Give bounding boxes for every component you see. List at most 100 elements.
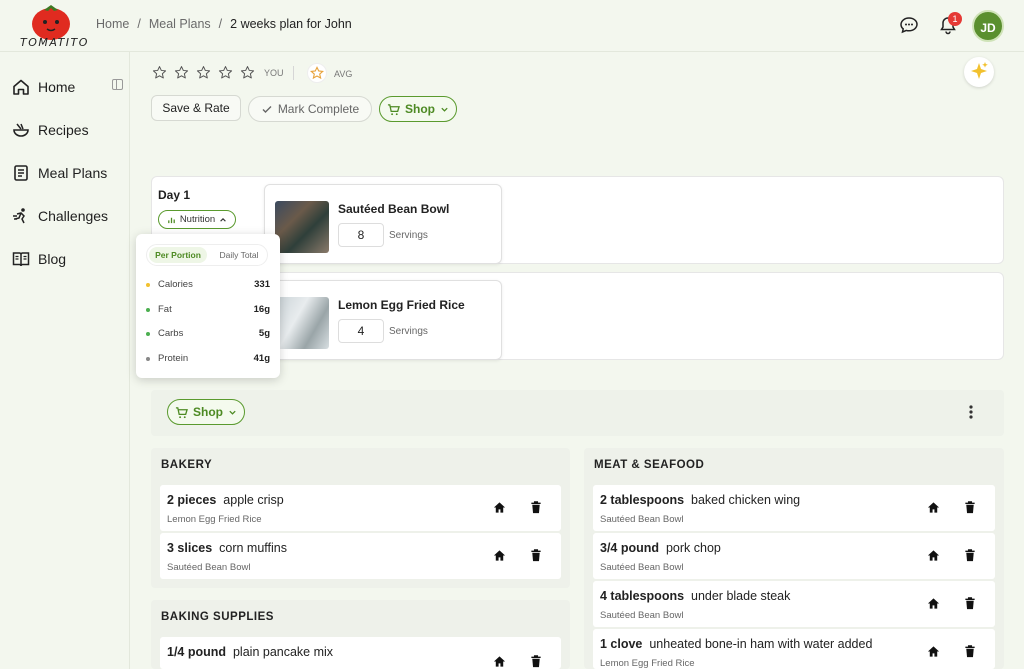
- shop-label: Shop: [193, 405, 223, 419]
- meal-name: Lemon Egg Fried Rice: [338, 298, 465, 312]
- trash-icon[interactable]: [964, 501, 976, 514]
- item-source: Lemon Egg Fried Rice: [167, 514, 262, 525]
- trash-icon[interactable]: [964, 549, 976, 562]
- status-dot: [146, 283, 150, 287]
- list-item[interactable]: 2 tablespoons baked chicken wing Sautéed…: [593, 485, 995, 531]
- nutrition-popover: Per Portion Daily Total Calories 331 Fat…: [136, 234, 280, 378]
- shopping-shop-button[interactable]: Shop: [167, 399, 245, 425]
- list-item[interactable]: 1/4 pound plain pancake mix: [160, 637, 561, 669]
- shopping-category: MEAT & SEAFOOD 2 tablespoons baked chick…: [584, 448, 1004, 669]
- servings-input[interactable]: 4: [338, 319, 384, 343]
- list-item[interactable]: 3 slices corn muffins Sautéed Bean Bowl: [160, 533, 561, 579]
- sidebar-item-blog[interactable]: Blog: [12, 250, 66, 268]
- nutrition-toggle-button[interactable]: Nutrition: [158, 210, 236, 229]
- sidebar-item-home[interactable]: Home: [12, 78, 75, 96]
- star-4-icon[interactable]: [218, 65, 233, 80]
- meal-card[interactable]: Sautéed Bean Bowl 8 Servings: [264, 184, 502, 264]
- cart-icon: [175, 406, 188, 419]
- sidebar-item-challenges[interactable]: Challenges: [12, 207, 108, 225]
- sidebar: [0, 52, 130, 669]
- list-item[interactable]: 2 pieces apple crisp Lemon Egg Fried Ric…: [160, 485, 561, 531]
- home-icon[interactable]: [927, 549, 940, 562]
- divider: [293, 66, 294, 80]
- meal-card[interactable]: Lemon Egg Fried Rice 4 Servings: [264, 280, 502, 360]
- servings-input[interactable]: 8: [338, 223, 384, 247]
- sidebar-collapse-icon[interactable]: [112, 79, 123, 90]
- tab-per-portion[interactable]: Per Portion: [149, 247, 207, 263]
- home-icon[interactable]: [927, 645, 940, 658]
- day-label: Day 1: [158, 188, 191, 202]
- item-name: baked chicken wing: [691, 493, 801, 507]
- home-icon[interactable]: [927, 597, 940, 610]
- list-icon: [12, 164, 30, 182]
- trash-icon[interactable]: [530, 549, 542, 562]
- sidebar-item-label: Meal Plans: [38, 165, 108, 181]
- item-source: Sautéed Bean Bowl: [600, 562, 684, 573]
- star-1-icon[interactable]: [152, 65, 167, 80]
- item-quantity: 3 slices: [167, 541, 213, 555]
- shopping-category: BAKING SUPPLIES 1/4 pound plain pancake …: [151, 600, 570, 669]
- logo-text: TOMATITO: [20, 36, 89, 49]
- nutrient-label: Fat: [158, 304, 172, 315]
- item-name: pork chop: [665, 541, 721, 555]
- item-name: plain pancake mix: [232, 645, 334, 659]
- breadcrumb-meal-plans[interactable]: Meal Plans: [149, 17, 211, 31]
- item-quantity: 4 tablespoons: [600, 589, 685, 603]
- breadcrumb-separator: /: [137, 17, 141, 31]
- star-3-icon[interactable]: [196, 65, 211, 80]
- star-2-icon[interactable]: [174, 65, 189, 80]
- cart-icon: [387, 103, 400, 116]
- servings-label: Servings: [389, 326, 428, 337]
- nutrient-value: 5g: [258, 328, 270, 339]
- item-source: Sautéed Bean Bowl: [167, 562, 251, 573]
- breadcrumb-current: 2 weeks plan for John: [230, 17, 352, 31]
- notification-badge: 1: [948, 12, 962, 26]
- home-icon[interactable]: [493, 549, 506, 562]
- avatar[interactable]: JD: [972, 10, 1004, 42]
- nutrient-value: 16g: [253, 304, 270, 315]
- book-icon: [12, 250, 30, 268]
- item-source: Sautéed Bean Bowl: [600, 514, 684, 525]
- sidebar-item-label: Recipes: [38, 122, 89, 138]
- trash-icon[interactable]: [530, 655, 542, 668]
- list-item[interactable]: 3/4 pound pork chop Sautéed Bean Bowl: [593, 533, 995, 579]
- list-item[interactable]: 1 clove unheated bone-in ham with water …: [593, 629, 995, 669]
- item-source: Sautéed Bean Bowl: [600, 610, 684, 621]
- shop-button[interactable]: Shop: [379, 96, 457, 122]
- mark-complete-label: Mark Complete: [277, 102, 360, 116]
- avg-star-icon: [307, 63, 327, 83]
- chevron-up-icon: [219, 216, 227, 224]
- nutrient-label: Protein: [158, 353, 189, 364]
- shopping-toolbar: [151, 390, 1004, 436]
- sidebar-item-label: Blog: [38, 251, 67, 267]
- breadcrumb: Home / Meal Plans / 2 weeks plan for Joh…: [96, 17, 352, 31]
- sidebar-item-meal-plans[interactable]: Meal Plans: [12, 164, 107, 182]
- home-icon[interactable]: [493, 655, 506, 668]
- trash-icon[interactable]: [530, 501, 542, 514]
- bar-chart-icon: [167, 215, 176, 224]
- shop-label: Shop: [405, 102, 435, 116]
- save-rate-button[interactable]: Save & Rate: [151, 95, 241, 121]
- sidebar-item-label: Home: [38, 79, 76, 95]
- chat-icon[interactable]: [899, 15, 919, 35]
- runner-icon: [12, 207, 30, 225]
- avg-rating-label: AVG: [334, 69, 353, 79]
- sidebar-item-recipes[interactable]: Recipes: [12, 121, 89, 139]
- trash-icon[interactable]: [964, 645, 976, 658]
- category-title: MEAT & SEAFOOD: [594, 459, 705, 471]
- item-quantity: 2 tablespoons: [600, 493, 685, 507]
- home-icon[interactable]: [927, 501, 940, 514]
- more-options-icon[interactable]: [968, 404, 974, 420]
- breadcrumb-home[interactable]: Home: [96, 17, 129, 31]
- tab-daily-total[interactable]: Daily Total: [211, 247, 267, 263]
- star-5-icon[interactable]: [240, 65, 255, 80]
- mark-complete-button[interactable]: Mark Complete: [248, 96, 372, 122]
- meal-image: [275, 297, 329, 349]
- status-dot: [146, 332, 150, 336]
- item-source: Lemon Egg Fried Rice: [600, 658, 695, 669]
- home-icon[interactable]: [493, 501, 506, 514]
- list-item[interactable]: 4 tablespoons under blade steak Sautéed …: [593, 581, 995, 627]
- nutrition-label: Nutrition: [179, 214, 216, 225]
- trash-icon[interactable]: [964, 597, 976, 610]
- sparkle-icon[interactable]: [964, 57, 994, 87]
